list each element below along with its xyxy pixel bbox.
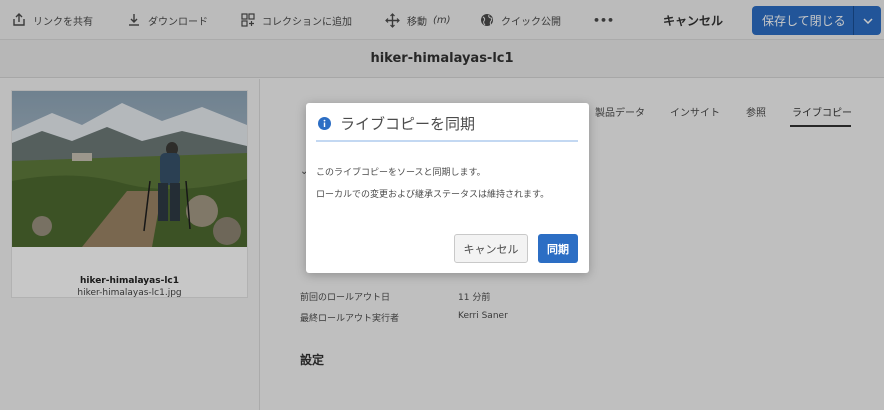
dialog-sync-button[interactable]: 同期 — [538, 234, 578, 263]
dialog-message: ローカルでの変更および継承ステータスは維持されます。 — [316, 190, 550, 200]
dialog-message: このライブコピーをソースと同期します。 — [316, 168, 486, 178]
dialog-title-underline — [316, 140, 578, 142]
info-icon — [318, 117, 331, 130]
dialog-title: ライブコピーを同期 — [340, 115, 476, 133]
dialog-cancel-button[interactable]: キャンセル — [454, 234, 528, 263]
sync-live-copy-dialog: ライブコピーを同期 このライブコピーをソースと同期します。 ローカルでの変更およ… — [306, 103, 589, 273]
